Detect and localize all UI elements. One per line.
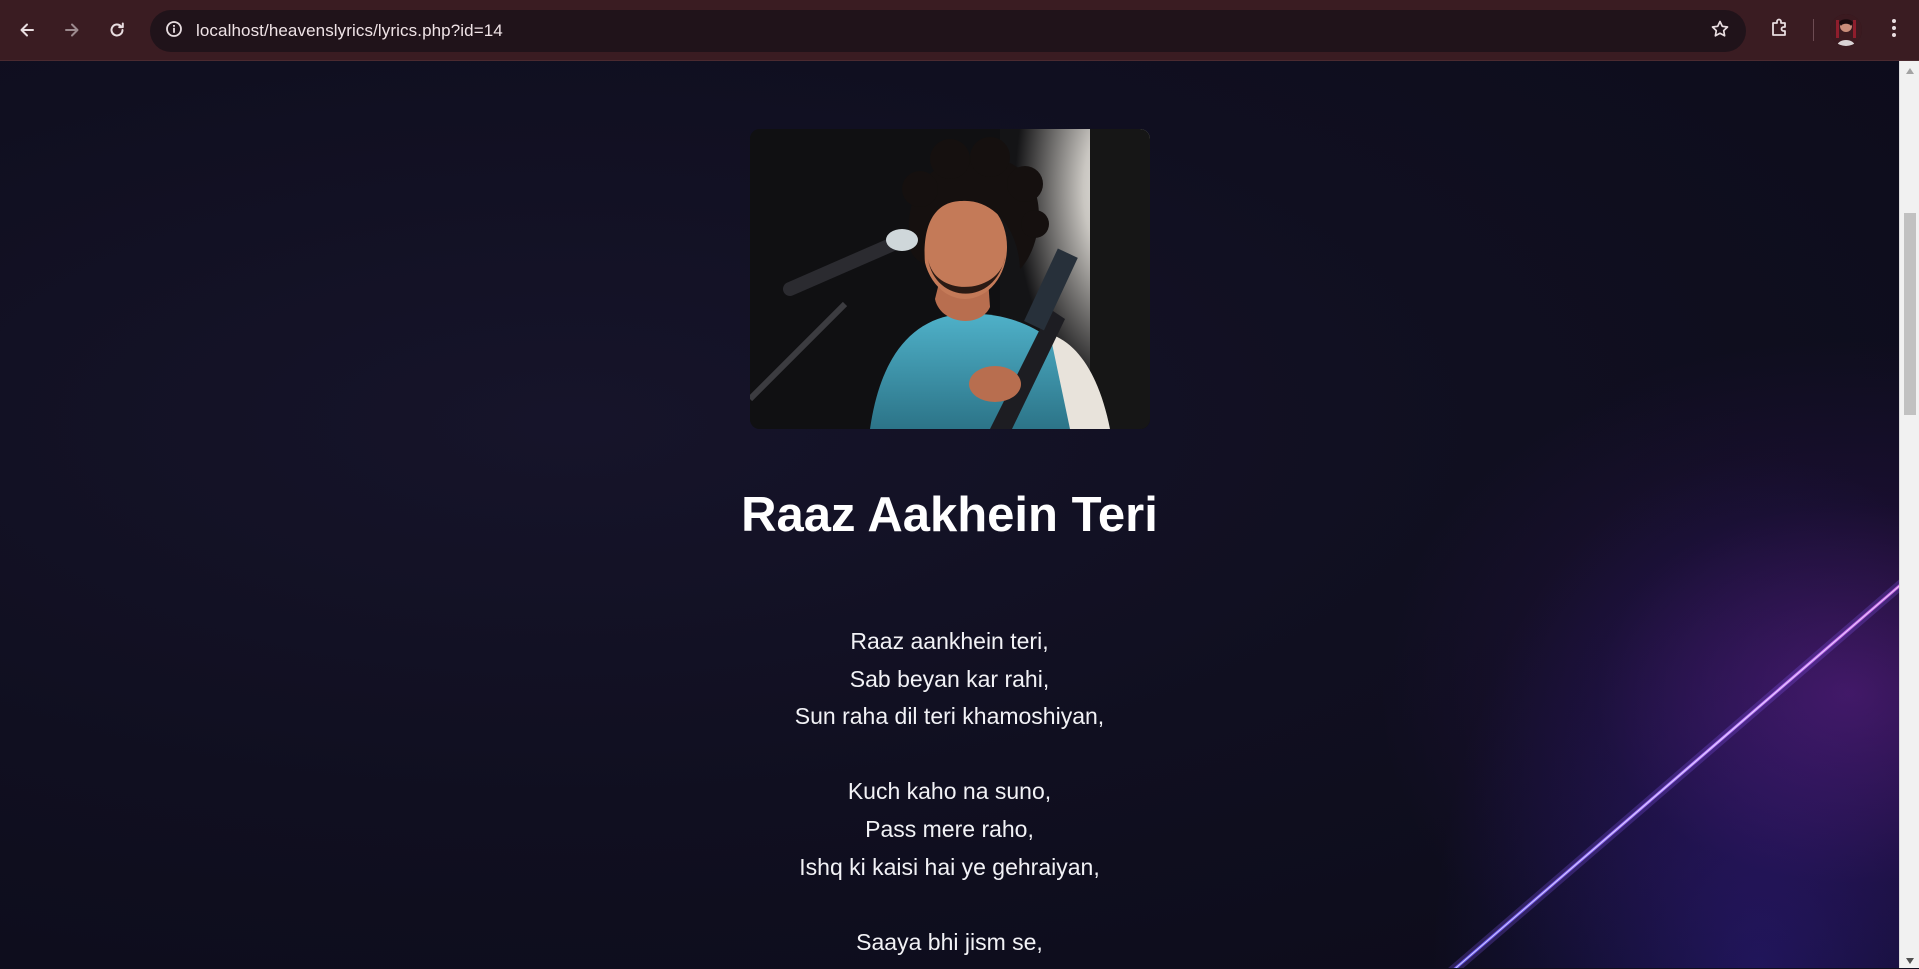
arrow-left-icon	[17, 20, 37, 40]
lyric-line: Saaya bhi jism se,	[856, 928, 1043, 955]
browser-toolbar: localhost/heavenslyrics/lyrics.php?id=14	[0, 0, 1919, 61]
scroll-up-button[interactable]	[1900, 61, 1919, 78]
lyric-line: Sun raha dil teri khamoshiyan,	[794, 703, 1105, 730]
lyric-line: Kuch kaho na suno,	[847, 778, 1052, 805]
scrollbar-thumb[interactable]	[1904, 213, 1916, 415]
lyrics-block: Raaz aankhein teri, Sab beyan kar rahi, …	[0, 623, 1899, 961]
extensions-button[interactable]	[1762, 12, 1798, 48]
scroll-down-button[interactable]	[1900, 951, 1919, 968]
reload-icon	[107, 20, 127, 40]
puzzle-icon	[1769, 17, 1791, 44]
back-button[interactable]	[9, 12, 45, 48]
address-bar[interactable]: localhost/heavenslyrics/lyrics.php?id=14	[150, 10, 1746, 52]
stanza-break	[0, 736, 1899, 774]
toolbar-divider	[1813, 19, 1814, 41]
song-image	[750, 129, 1150, 429]
lyric-line: Pass mere raho,	[865, 815, 1034, 842]
forward-button[interactable]	[54, 12, 90, 48]
lyric-line: Raaz aankhein teri,	[850, 628, 1049, 654]
site-info-button[interactable]	[160, 17, 188, 45]
kebab-menu-icon	[1891, 18, 1897, 43]
url-text[interactable]: localhost/heavenslyrics/lyrics.php?id=14	[196, 10, 503, 52]
song-title: Raaz Aakhein Teri	[741, 488, 1158, 542]
lyric-line: Sab beyan kar rahi,	[849, 665, 1050, 692]
arrow-right-icon	[62, 20, 82, 40]
page-scrollbar[interactable]	[1899, 61, 1919, 968]
page-viewport: Raaz Aakhein Teri Raaz aankhein teri, Sa…	[0, 61, 1899, 968]
bookmark-button[interactable]	[1704, 15, 1736, 47]
lyric-line: Ishq ki kaisi hai ye gehraiyan,	[799, 853, 1100, 880]
info-icon	[165, 20, 183, 43]
star-icon	[1710, 19, 1730, 44]
triangle-down-icon	[1906, 951, 1914, 969]
triangle-up-icon	[1906, 61, 1914, 79]
avatar[interactable]	[1830, 14, 1862, 46]
reload-button[interactable]	[99, 12, 135, 48]
stanza-break	[0, 886, 1899, 924]
browser-menu-button[interactable]	[1876, 12, 1912, 48]
